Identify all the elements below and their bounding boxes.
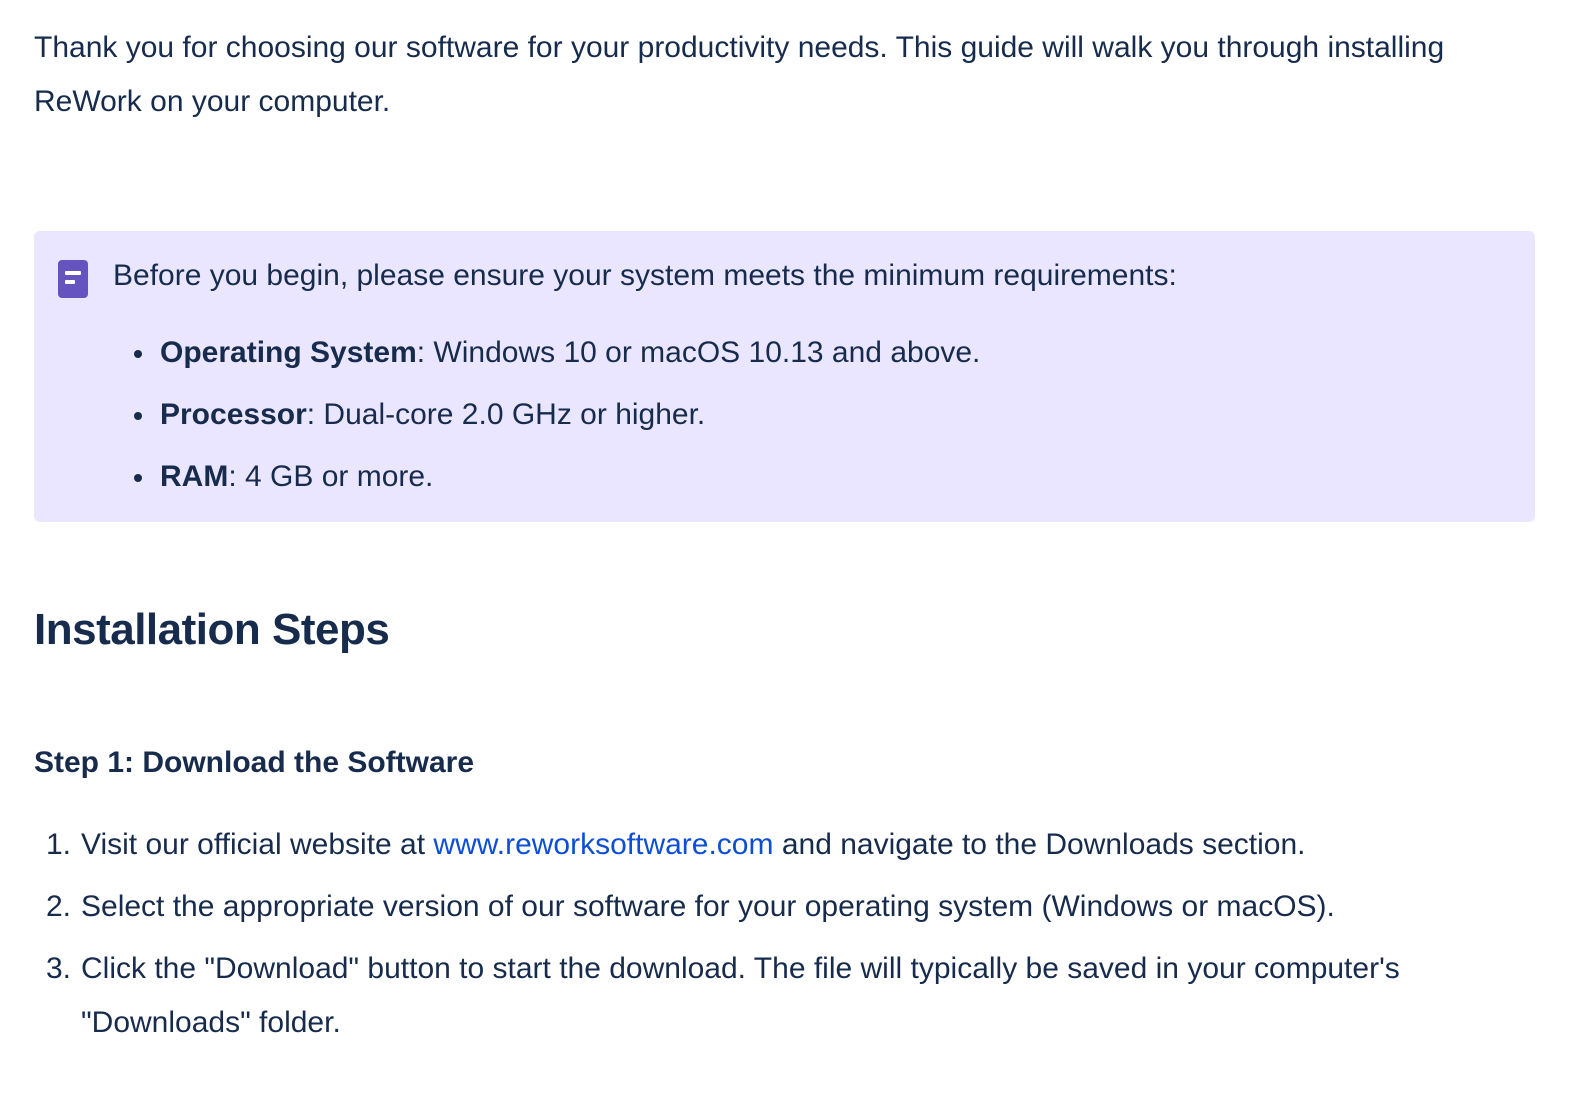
step-heading: Step 1: Download the Software	[34, 746, 475, 779]
section-heading: Installation Steps	[34, 605, 390, 654]
step-item-3: 3. Click the "Download" button to start t…	[34, 942, 1534, 1050]
step-item-1: 1. Visit our official website at www.rewo…	[34, 818, 1534, 872]
step-item-2: 2. Select the appropriate version of our …	[34, 880, 1534, 934]
website-link[interactable]: www.reworksoftware.com	[433, 828, 773, 861]
document-page: Thank you for choosing our software for …	[0, 0, 1588, 1094]
step-number: 2.	[46, 890, 72, 923]
step-text: Click the "Download" button to start the…	[81, 952, 1400, 1039]
step-number: 3.	[46, 952, 72, 985]
requirement-value: : Windows 10 or macOS 10.13 and above.	[416, 336, 981, 369]
step-text-after: and navigate to the Downloads section.	[773, 828, 1306, 861]
requirement-item-processor: Processor: Dual-core 2.0 GHz or higher.	[133, 392, 980, 454]
requirement-item-ram: RAM: 4 GB or more.	[133, 454, 980, 516]
intro-paragraph: Thank you for choosing our software for …	[34, 31, 1445, 118]
requirement-label: RAM	[160, 460, 229, 493]
note-panel: Before you begin, please ensure your sys…	[34, 231, 1535, 522]
requirement-label: Operating System	[160, 336, 417, 369]
note-lead-text: Before you begin, please ensure your sys…	[113, 259, 1177, 292]
step-number: 1.	[46, 828, 72, 861]
steps-list: 1. Visit our official website at www.rewo…	[34, 818, 1534, 1058]
note-icon	[58, 260, 88, 298]
requirement-value: : 4 GB or more.	[228, 460, 434, 493]
step-text: Select the appropriate version of our so…	[81, 890, 1335, 923]
requirement-item-os: Operating System: Windows 10 or macOS 10…	[133, 330, 981, 392]
requirement-label: Processor	[160, 398, 307, 431]
step-text-before: Visit our official website at	[81, 828, 434, 861]
requirements-list: Operating System: Windows 10 or macOS 10…	[133, 330, 981, 516]
requirement-value: : Dual-core 2.0 GHz or higher.	[306, 398, 706, 431]
